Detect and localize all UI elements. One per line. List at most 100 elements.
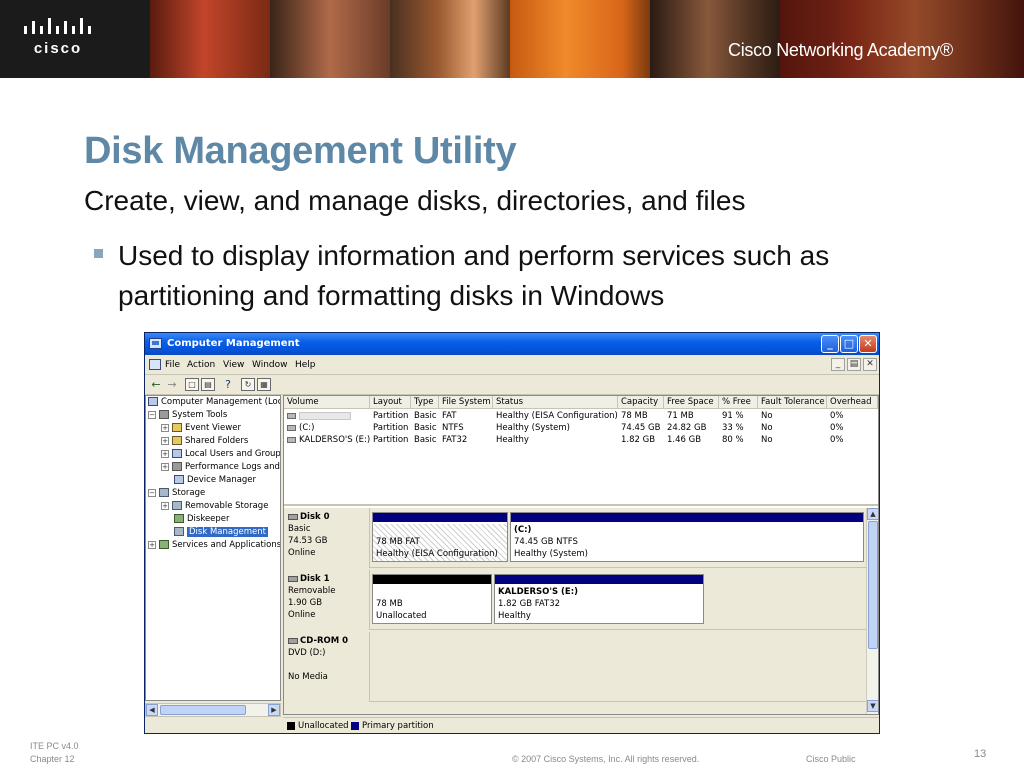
- properties-icon[interactable]: ▦: [257, 378, 271, 391]
- show-hide-tree-icon[interactable]: ▤: [201, 378, 215, 391]
- volume-cell[interactable]: [284, 410, 370, 422]
- forward-arrow-icon[interactable]: →: [165, 378, 179, 391]
- column-header-file-system[interactable]: File System: [439, 396, 493, 409]
- child-close-button[interactable]: ✕: [863, 358, 877, 371]
- disk-type: DVD (D:): [288, 648, 326, 658]
- partition-c[interactable]: (C:) 74.45 GB NTFS Healthy (System): [510, 512, 864, 562]
- column-header-status[interactable]: Status: [493, 396, 618, 409]
- partition-size: 78 MB FAT: [376, 537, 420, 547]
- expand-toggle[interactable]: +: [161, 449, 169, 458]
- tree-item-disk-management[interactable]: Disk Management: [174, 526, 268, 539]
- column-header-type[interactable]: Type: [411, 396, 439, 409]
- column-header-volume[interactable]: Volume: [284, 396, 370, 409]
- tree-item-computer-management[interactable]: Computer Management (Loc: [148, 396, 280, 409]
- scroll-up-icon[interactable]: ▲: [867, 508, 878, 520]
- column-header-percent-free[interactable]: % Free: [719, 396, 758, 409]
- percent-free-cell: 33 %: [722, 423, 744, 433]
- menu-view[interactable]: View: [223, 360, 244, 370]
- volume-cell[interactable]: (C:): [284, 422, 370, 434]
- type-cell: Basic: [414, 411, 437, 421]
- disk-type: Removable: [288, 586, 336, 596]
- disk-row[interactable]: Disk 1 Removable 1.90 GB Online 78 MB Un…: [284, 570, 866, 630]
- close-button[interactable]: ✕: [859, 335, 877, 353]
- maximize-button[interactable]: □: [840, 335, 858, 353]
- menu-help[interactable]: Help: [295, 360, 316, 370]
- volume-cell[interactable]: KALDERSO'S (E:): [284, 434, 370, 446]
- menu-action[interactable]: Action: [187, 360, 215, 370]
- disk-row[interactable]: Disk 0 Basic 74.53 GB Online 78 MB FAT H…: [284, 508, 866, 568]
- tree-item-local-users[interactable]: + Local Users and Group: [161, 448, 280, 461]
- toolbar: ← → □ ▤ ? ↻ ▦: [145, 375, 879, 395]
- partition-name: [376, 586, 488, 598]
- tree-item-storage[interactable]: − Storage: [148, 487, 205, 500]
- overhead-cell: 0%: [830, 411, 844, 421]
- tree-item-system-tools[interactable]: − System Tools: [148, 409, 227, 422]
- back-arrow-icon[interactable]: ←: [149, 378, 163, 391]
- column-header-free-space[interactable]: Free Space: [664, 396, 719, 409]
- cisco-bridge-icon: [24, 18, 91, 34]
- menu-file[interactable]: File: [165, 360, 180, 370]
- free-space-cell: 71 MB: [667, 411, 694, 421]
- help-icon[interactable]: ?: [221, 378, 235, 391]
- column-header-capacity[interactable]: Capacity: [618, 396, 664, 409]
- disk-state: Online: [288, 548, 316, 558]
- tree-item-removable-storage[interactable]: + Removable Storage: [161, 500, 268, 513]
- tree-horizontal-scrollbar[interactable]: ◀ ▶: [145, 703, 281, 717]
- disk-info[interactable]: Disk 0 Basic 74.53 GB Online: [284, 508, 370, 568]
- column-header-fault-tolerance[interactable]: Fault Tolerance: [758, 396, 827, 409]
- volume-name: (C:): [299, 423, 315, 433]
- expand-toggle[interactable]: +: [161, 423, 169, 432]
- legend-label: Unallocated: [298, 721, 349, 731]
- disk-info[interactable]: CD-ROM 0 DVD (D:) No Media: [284, 632, 370, 702]
- page-number: 13: [974, 748, 987, 760]
- tree-item-shared-folders[interactable]: + Shared Folders: [161, 435, 248, 448]
- scroll-right-icon[interactable]: ▶: [268, 704, 280, 716]
- tree-item-device-manager[interactable]: Device Manager: [174, 474, 256, 487]
- scroll-left-icon[interactable]: ◀: [146, 704, 158, 716]
- graph-vertical-scrollbar[interactable]: ▲ ▼: [866, 508, 878, 714]
- disk-name: CD-ROM 0: [300, 636, 349, 646]
- volume-icon: [287, 424, 296, 431]
- collapse-toggle[interactable]: −: [148, 410, 156, 419]
- child-minimize-button[interactable]: _: [831, 358, 845, 371]
- collapse-toggle[interactable]: −: [148, 488, 156, 497]
- column-header-layout[interactable]: Layout: [370, 396, 411, 409]
- tree-item-performance-logs[interactable]: + Performance Logs and: [161, 461, 280, 474]
- refresh-icon[interactable]: ↻: [241, 378, 255, 391]
- scroll-thumb[interactable]: [868, 521, 878, 649]
- tree-item-event-viewer[interactable]: + Event Viewer: [161, 422, 241, 435]
- menu-window[interactable]: Window: [252, 360, 288, 370]
- event-viewer-icon: [172, 423, 182, 432]
- expand-toggle[interactable]: +: [161, 436, 169, 445]
- column-header-overhead[interactable]: Overhead: [827, 396, 878, 409]
- scroll-down-icon[interactable]: ▼: [867, 700, 878, 712]
- partition-unallocated[interactable]: 78 MB Unallocated: [372, 574, 492, 624]
- tree-item-services-applications[interactable]: + Services and Applications: [148, 539, 280, 552]
- up-folder-icon[interactable]: □: [185, 378, 199, 391]
- footer-chapter: Chapter 12: [30, 754, 75, 764]
- partition-eisa[interactable]: 78 MB FAT Healthy (EISA Configuration): [372, 512, 508, 562]
- tree-item-label: Storage: [172, 488, 206, 498]
- file-system-cell: NTFS: [442, 423, 464, 433]
- file-system-cell: FAT32: [442, 435, 468, 445]
- disk-info[interactable]: Disk 1 Removable 1.90 GB Online: [284, 570, 370, 630]
- window-titlebar[interactable]: Computer Management _ □ ✕: [145, 333, 879, 355]
- disk-size: 74.53 GB: [288, 536, 328, 546]
- volume-icon: [287, 412, 296, 419]
- expand-toggle[interactable]: +: [161, 462, 169, 471]
- disk-row[interactable]: CD-ROM 0 DVD (D:) No Media: [284, 632, 866, 702]
- scroll-thumb[interactable]: [160, 705, 246, 715]
- banner-photo: [270, 0, 390, 78]
- minimize-button[interactable]: _: [821, 335, 839, 353]
- disk-size: [288, 659, 369, 671]
- layout-cell: Partition: [373, 411, 409, 421]
- expand-toggle[interactable]: +: [161, 501, 169, 510]
- layout-cell: Partition: [373, 423, 409, 433]
- percent-free-cell: 80 %: [722, 435, 744, 445]
- child-restore-button[interactable]: ▤: [847, 358, 861, 371]
- footer-copyright: © 2007 Cisco Systems, Inc. All rights re…: [512, 754, 700, 764]
- expand-toggle[interactable]: +: [148, 540, 156, 549]
- tree-item-diskeeper[interactable]: Diskeeper: [174, 513, 230, 526]
- partition-e[interactable]: KALDERSO'S (E:) 1.82 GB FAT32 Healthy: [494, 574, 704, 624]
- legend-swatch: [351, 721, 359, 730]
